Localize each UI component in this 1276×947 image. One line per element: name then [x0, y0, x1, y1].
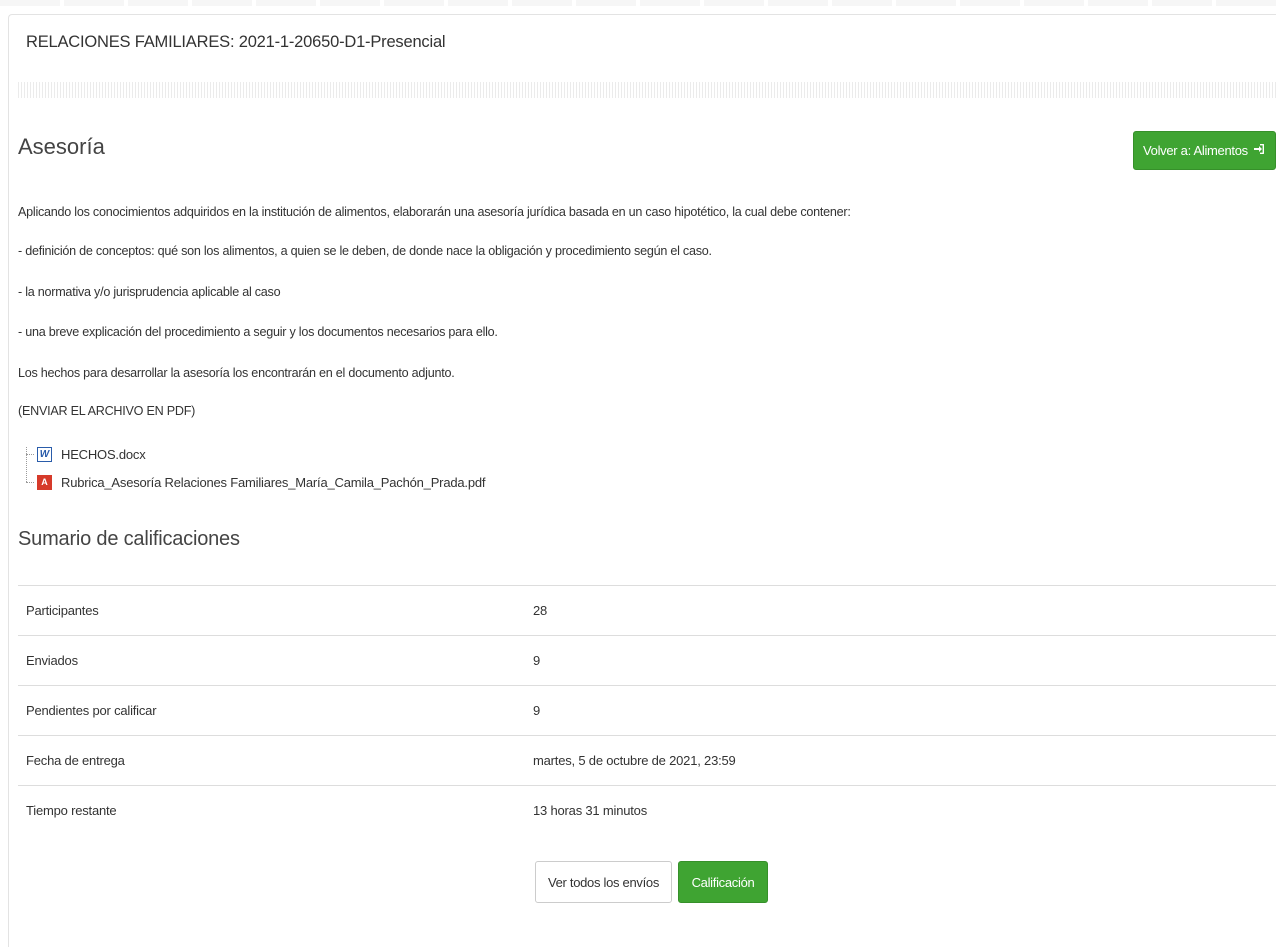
table-row: Fecha de entrega martes, 5 de octubre de…: [18, 735, 1276, 786]
word-icon: W: [37, 446, 52, 462]
intro-paragraph: - una breve explicación del procedimient…: [18, 325, 498, 339]
tree-branch: [26, 453, 34, 455]
top-strip: [0, 0, 1276, 6]
intro-paragraph: Los hechos para desarrollar la asesoría …: [18, 366, 455, 380]
file-link-rubrica[interactable]: Rubrica_Asesoría Relaciones Familiares_M…: [61, 475, 485, 490]
row-value: 9: [533, 653, 541, 668]
intro-paragraph: - definición de conceptos: qué son los a…: [18, 244, 712, 258]
course-title: RELACIONES FAMILIARES: 2021-1-20650-D1-P…: [26, 33, 446, 51]
table-row: Tiempo restante 13 horas 31 minutos: [18, 785, 1276, 836]
summary-title: Sumario de calificaciones: [18, 528, 240, 550]
tree-branch: [26, 481, 34, 483]
row-label: Enviados: [26, 653, 78, 668]
row-value: martes, 5 de octubre de 2021, 23:59: [533, 753, 736, 768]
row-value: 13 horas 31 minutos: [533, 803, 647, 819]
row-value: 28: [533, 603, 548, 618]
intro-paragraph: - la normativa y/o jurisprudencia aplica…: [18, 285, 281, 299]
back-button-label: Volver a: Alimentos: [1143, 143, 1248, 158]
row-label: Fecha de entrega: [26, 753, 125, 768]
table-row: Pendientes por calificar 9: [18, 685, 1276, 736]
row-label: Tiempo restante: [26, 803, 117, 819]
row-label: Pendientes por calificar: [26, 703, 157, 718]
pdf-icon: A: [37, 474, 52, 490]
row-label: Participantes: [26, 603, 99, 618]
view-all-submissions-button[interactable]: Ver todos los envíos: [535, 861, 672, 903]
file-link-hechos[interactable]: HECHOS.docx: [61, 447, 146, 462]
action-buttons: Ver todos los envíos Calificación: [535, 861, 768, 903]
back-to-section-button[interactable]: Volver a: Alimentos: [1133, 131, 1276, 170]
table-row: Enviados 9: [18, 635, 1276, 686]
sign-in-icon: [1253, 143, 1265, 158]
row-value: 9: [533, 703, 541, 718]
intro-paragraph: (ENVIAR EL ARCHIVO EN PDF): [18, 404, 196, 418]
intro-paragraph: Aplicando los conocimientos adquiridos e…: [18, 205, 851, 219]
header-divider: [18, 82, 1276, 98]
grade-button[interactable]: Calificación: [678, 861, 768, 903]
file-item: W HECHOS.docx: [20, 444, 146, 464]
grading-summary-table: Participantes 28 Enviados 9 Pendientes p…: [18, 585, 1276, 836]
file-item: A Rubrica_Asesoría Relaciones Familiares…: [20, 472, 485, 492]
table-row: Participantes 28: [18, 585, 1276, 636]
activity-title: Asesoría: [18, 134, 105, 159]
